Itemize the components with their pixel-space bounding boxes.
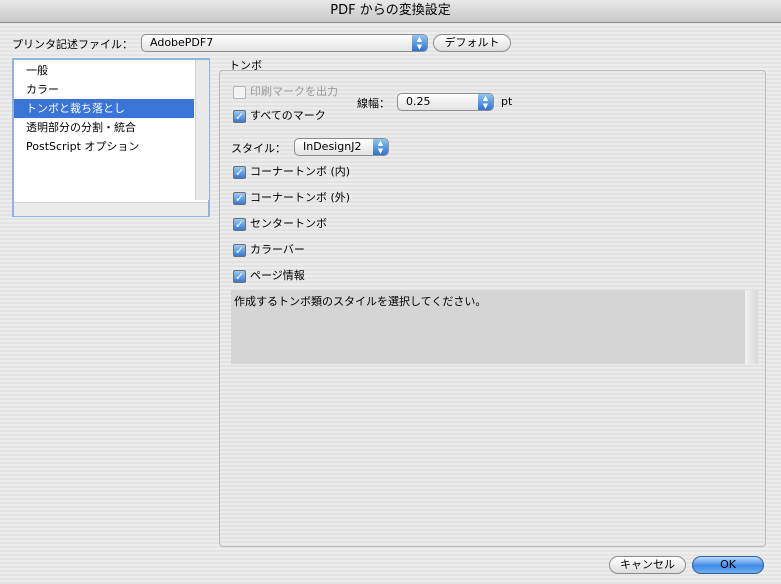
- sidebar-horizontal-scrollbar[interactable]: [14, 202, 208, 216]
- printer-select-value: AdobePDF7: [150, 36, 214, 49]
- description-scrollbar[interactable]: [745, 290, 758, 364]
- style-select-value: InDesignJ2: [303, 140, 362, 153]
- checkmark-icon: ✓: [233, 269, 246, 283]
- color-bar-checkbox[interactable]: ✓ カラーバー: [233, 242, 305, 258]
- style-label: スタイル：: [231, 142, 286, 155]
- printer-label: プリンタ記述ファイル：: [12, 38, 133, 51]
- checkmark-icon: ✓: [233, 243, 246, 257]
- inner-corner-marks-checkbox[interactable]: ✓ コーナートンボ (内): [233, 164, 350, 180]
- all-marks-checkbox[interactable]: ✓ すべてのマーク: [233, 108, 326, 124]
- printer-select[interactable]: AdobePDF7 ▲ ▼: [141, 34, 428, 52]
- checkmark-icon: ✓: [233, 109, 246, 123]
- page-info-label: ページ情報: [250, 269, 305, 282]
- checkmark-icon: ✓: [233, 165, 246, 179]
- sidebar-item-general[interactable]: 一般: [14, 61, 194, 80]
- outer-corner-marks-checkbox[interactable]: ✓ コーナートンボ (外): [233, 190, 350, 206]
- print-marks-label: 印刷マークを出力: [250, 85, 338, 98]
- center-marks-checkbox[interactable]: ✓ センタートンボ: [233, 216, 327, 232]
- default-button[interactable]: デフォルト: [433, 34, 511, 52]
- popup-arrows-icon: ▲ ▼: [373, 139, 388, 155]
- weight-select-value: 0.25: [406, 95, 431, 108]
- checkmark-icon: ✓: [233, 191, 246, 205]
- sidebar-item-flattener[interactable]: 透明部分の分割・統合: [14, 118, 194, 137]
- style-select[interactable]: InDesignJ2 ▲ ▼: [294, 138, 389, 156]
- cancel-button[interactable]: キャンセル: [609, 556, 686, 574]
- print-marks-checkbox[interactable]: 印刷マークを出力: [233, 84, 338, 100]
- color-bar-label: カラーバー: [250, 243, 305, 256]
- sidebar-item-color[interactable]: カラー: [14, 80, 194, 99]
- weight-select[interactable]: 0.25 ▲ ▼: [397, 93, 494, 111]
- category-list[interactable]: 一般 カラー トンボと裁ち落とし 透明部分の分割・統合 PostScript オ…: [12, 58, 210, 217]
- outer-corner-marks-label: コーナートンボ (外): [250, 191, 351, 204]
- popup-arrows-icon: ▲ ▼: [478, 94, 493, 110]
- window-title: PDF からの変換設定: [0, 0, 781, 23]
- inner-corner-marks-label: コーナートンボ (内): [250, 165, 351, 178]
- sidebar-item-marks-bleed[interactable]: トンボと裁ち落とし: [14, 99, 194, 118]
- popup-arrows-icon: ▲ ▼: [412, 35, 427, 51]
- unchecked-checkbox-icon: [233, 85, 246, 99]
- sidebar-vertical-scrollbar[interactable]: [195, 60, 209, 200]
- weight-label: 線幅：: [357, 97, 390, 110]
- ok-button[interactable]: OK: [692, 556, 764, 574]
- sidebar-item-postscript[interactable]: PostScript オプション: [14, 137, 194, 156]
- page-info-checkbox[interactable]: ✓ ページ情報: [233, 268, 305, 284]
- weight-unit: pt: [501, 95, 513, 108]
- description-text: 作成するトンボ類のスタイルを選択してください。: [234, 295, 487, 308]
- description-area: 作成するトンボ類のスタイルを選択してください。: [231, 290, 758, 364]
- checkmark-icon: ✓: [233, 217, 246, 231]
- center-marks-label: センタートンボ: [250, 217, 327, 230]
- all-marks-label: すべてのマーク: [250, 109, 326, 122]
